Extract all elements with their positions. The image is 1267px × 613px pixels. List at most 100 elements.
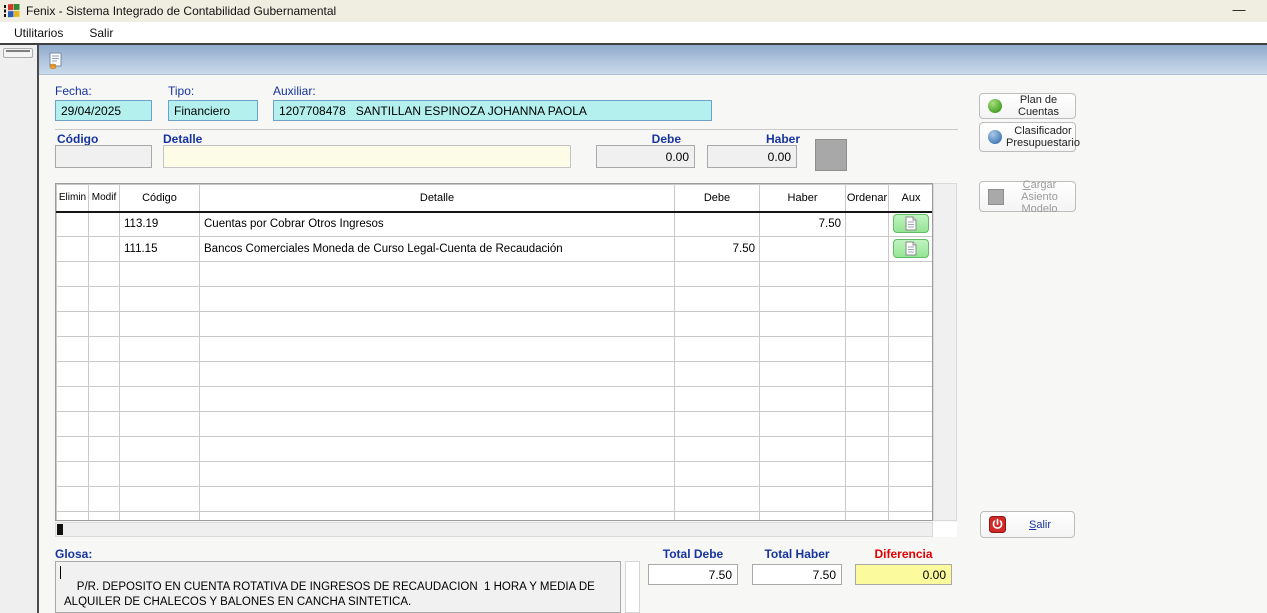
codigo-input[interactable] — [55, 145, 152, 168]
toolbar — [39, 45, 1267, 75]
grid-cell-elimin — [57, 287, 89, 312]
salir-label: Salir — [1010, 519, 1070, 531]
glosa-textarea[interactable]: P/R. DEPOSITO EN CUENTA ROTATIVA DE INGR… — [55, 561, 621, 613]
auxiliar-field[interactable]: 1207708478 SANTILLAN ESPINOZA JOHANNA PA… — [273, 100, 712, 121]
grid-cell-aux — [889, 437, 934, 462]
grid-cell-debe — [675, 337, 760, 362]
left-dock-strip — [0, 45, 37, 613]
grid-row[interactable] — [57, 512, 934, 522]
grid-cell-codigo — [120, 287, 200, 312]
scrollbar-thumb[interactable] — [57, 524, 63, 535]
grid-cell-debe: 7.50 — [675, 237, 760, 262]
grid-cell-codigo — [120, 512, 200, 522]
grid-cell-haber — [760, 337, 846, 362]
grid-cell-debe — [675, 512, 760, 522]
grid-header-detalle: Detalle — [200, 185, 675, 212]
menu-item-utilitarios[interactable]: Utilitarios — [8, 24, 69, 42]
cargar-asiento-modelo-button[interactable]: Cargar Asiento Modelo — [979, 181, 1076, 212]
grid-cell-ordenar — [846, 487, 889, 512]
salir-button[interactable]: Salir — [980, 511, 1075, 538]
grid-cell-debe — [675, 262, 760, 287]
codigo-label: Código — [57, 132, 98, 146]
grid-cell-modif — [89, 512, 120, 522]
grid-row[interactable] — [57, 437, 934, 462]
new-document-icon[interactable] — [47, 52, 64, 69]
grid-cell-debe — [675, 412, 760, 437]
grid-row[interactable]: 111.15Bancos Comerciales Moneda de Curso… — [57, 237, 934, 262]
grid-cell-haber — [760, 412, 846, 437]
grid-cell-debe — [675, 312, 760, 337]
grid-row[interactable] — [57, 362, 934, 387]
plan-de-cuentas-button[interactable]: Plan de Cuentas — [979, 93, 1076, 119]
grid-cell-modif — [89, 487, 120, 512]
grid-cell-detalle — [200, 387, 675, 412]
minimize-button[interactable]: — — [1229, 2, 1249, 18]
diferencia-label: Diferencia — [855, 547, 952, 561]
grid-cell-debe — [675, 212, 760, 237]
grid-cell-detalle — [200, 512, 675, 522]
grid-cell-modif — [89, 362, 120, 387]
grid-horizontal-scrollbar[interactable] — [55, 522, 933, 537]
grid-cell-elimin — [57, 512, 89, 522]
grid-cell-ordenar — [846, 262, 889, 287]
grid-cell-haber — [760, 512, 846, 522]
grid-row[interactable] — [57, 412, 934, 437]
grid-row[interactable] — [57, 337, 934, 362]
grid-header-debe: Debe — [675, 185, 760, 212]
grid-cell-aux — [889, 237, 934, 262]
grid-cell-modif — [89, 337, 120, 362]
aux-detail-button[interactable] — [893, 214, 929, 233]
aux-detail-button[interactable] — [893, 239, 929, 258]
menu-item-salir[interactable]: Salir — [83, 24, 119, 42]
grid-cell-aux — [889, 412, 934, 437]
grid-cell-elimin — [57, 487, 89, 512]
grid-cell-haber: 7.50 — [760, 212, 846, 237]
grid-header-código: Código — [120, 185, 200, 212]
grid-vertical-scrollbar[interactable] — [933, 183, 957, 521]
minimized-window-grip[interactable] — [3, 48, 33, 58]
grid-row[interactable] — [57, 312, 934, 337]
grid-cell-aux — [889, 362, 934, 387]
grid-cell-ordenar — [846, 462, 889, 487]
grid-cell-detalle — [200, 287, 675, 312]
debe-input[interactable]: 0.00 — [596, 145, 695, 168]
tipo-field[interactable]: Financiero — [168, 100, 258, 121]
grid-cell-elimin — [57, 437, 89, 462]
glosa-scrollbar[interactable] — [625, 561, 640, 613]
detalle-input[interactable] — [163, 145, 571, 168]
grid-row[interactable] — [57, 287, 934, 312]
detalle-label: Detalle — [163, 132, 202, 146]
clasificador-label: Clasificador Presupuestario — [1006, 125, 1080, 149]
add-entry-button[interactable] — [815, 139, 847, 171]
clasificador-presupuestario-button[interactable]: Clasificador Presupuestario — [979, 122, 1076, 152]
title-bar: Fenix - Sistema Integrado de Contabilida… — [0, 0, 1267, 22]
haber-label: Haber — [707, 132, 800, 146]
grid-header-haber: Haber — [760, 185, 846, 212]
fecha-field[interactable]: 29/04/2025 — [55, 100, 152, 121]
grid-cell-debe — [675, 487, 760, 512]
fecha-label: Fecha: — [55, 84, 92, 98]
glosa-text: P/R. DEPOSITO EN CUENTA ROTATIVA DE INGR… — [64, 581, 597, 608]
grid-row[interactable] — [57, 487, 934, 512]
grid-cell-aux — [889, 462, 934, 487]
grid-cell-ordenar — [846, 362, 889, 387]
separator-line — [55, 129, 958, 130]
grid-row[interactable] — [57, 387, 934, 412]
grid-row[interactable] — [57, 462, 934, 487]
grid-cell-detalle — [200, 262, 675, 287]
grid-cell-codigo — [120, 437, 200, 462]
grid-cell-codigo — [120, 412, 200, 437]
grid-row[interactable]: 113.19Cuentas por Cobrar Otros Ingresos7… — [57, 212, 934, 237]
grid-cell-ordenar — [846, 287, 889, 312]
app-window: Fenix - Sistema Integrado de Contabilida… — [0, 0, 1267, 613]
grid-header-row: EliminModifCódigoDetalleDebeHaberOrdenar… — [57, 185, 934, 212]
haber-input[interactable]: 0.00 — [707, 145, 797, 168]
total-haber-field: 7.50 — [752, 564, 842, 585]
grid-cell-ordenar — [846, 337, 889, 362]
grid-cell-ordenar — [846, 437, 889, 462]
grid-row[interactable] — [57, 262, 934, 287]
grid-cell-haber — [760, 362, 846, 387]
grid-cell-debe — [675, 362, 760, 387]
grid-cell-elimin — [57, 262, 89, 287]
grid-cell-haber — [760, 237, 846, 262]
